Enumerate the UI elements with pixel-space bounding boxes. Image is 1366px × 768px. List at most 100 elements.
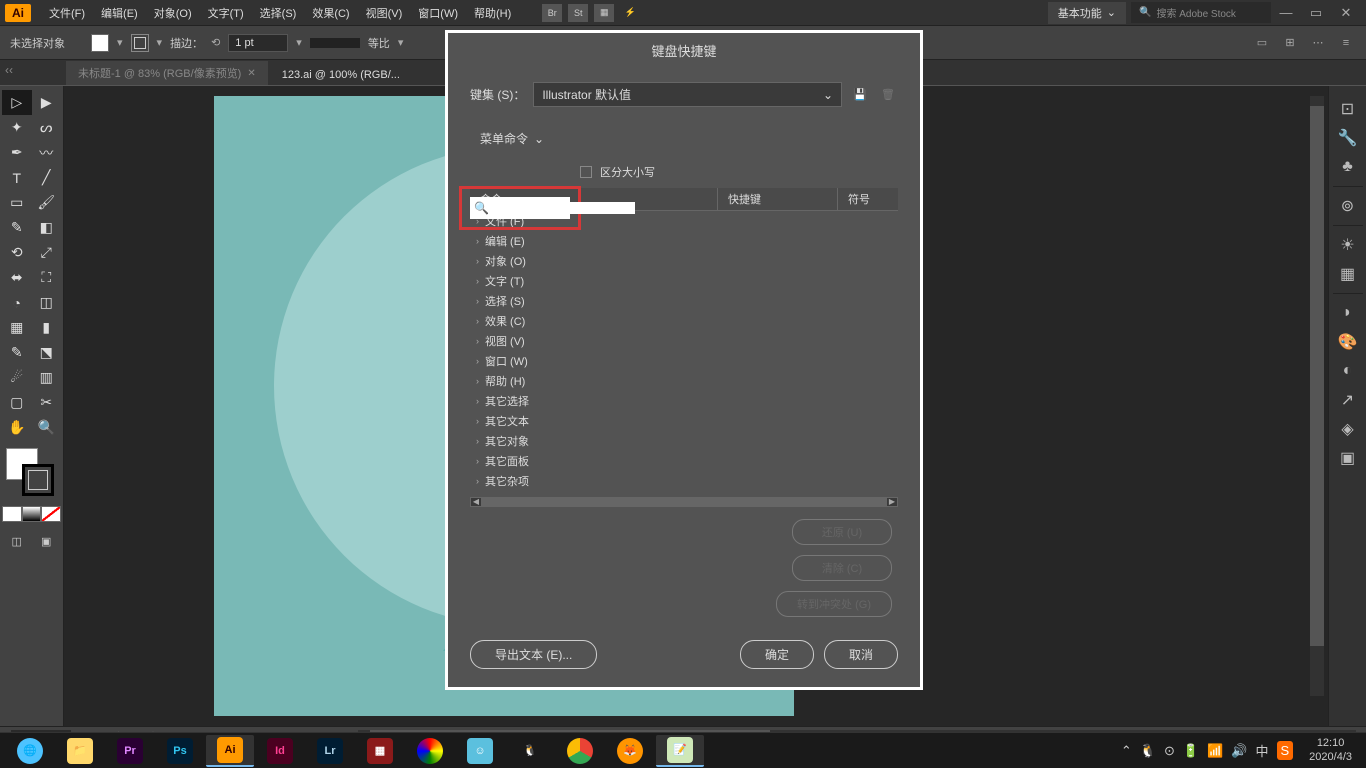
scroll-right-icon[interactable]: ▶ <box>887 497 897 507</box>
menu-view[interactable]: 视图(V) <box>358 2 411 24</box>
type-tool[interactable]: T <box>2 165 32 190</box>
bridge-icon[interactable]: Br <box>542 4 562 22</box>
tray-volume-icon[interactable]: 🔊 <box>1231 743 1247 759</box>
menu-window[interactable]: 窗口(W) <box>410 2 466 24</box>
line-tool[interactable]: ╱ <box>32 165 62 190</box>
category-select[interactable]: 菜单命令 ⌄ <box>470 127 898 150</box>
artboard-tool[interactable]: ▢ <box>2 390 32 415</box>
taskbar-clock[interactable]: 12:10 2020/4/3 <box>1301 737 1360 763</box>
taskbar-indesign-icon[interactable]: Id <box>256 735 304 767</box>
stroke-profile[interactable] <box>310 38 360 48</box>
selection-tool[interactable]: ▷ <box>2 90 32 115</box>
color-mode-solid[interactable] <box>2 506 22 522</box>
lasso-tool[interactable]: ᔕ <box>32 115 62 140</box>
rectangle-tool[interactable]: ▭ <box>2 190 32 215</box>
cancel-button[interactable]: 取消 <box>824 640 898 669</box>
mesh-tool[interactable]: ▦ <box>2 315 32 340</box>
shortcut-search-input[interactable]: 🔍 <box>470 197 570 219</box>
properties-panel-icon[interactable]: ⊡ <box>1334 96 1362 122</box>
stroke-weight-input[interactable] <box>228 34 288 52</box>
list-item[interactable]: ›效果 (C) <box>470 311 898 331</box>
list-item[interactable]: ›其它杂项 <box>470 471 898 491</box>
vertical-scrollbar[interactable] <box>1310 96 1324 696</box>
tray-up-icon[interactable]: ⌃ <box>1121 743 1132 759</box>
taskbar-app-1-icon[interactable]: ▦ <box>356 735 404 767</box>
eyedropper-tool[interactable]: ✎ <box>2 340 32 365</box>
taskbar-premiere-icon[interactable]: Pr <box>106 735 154 767</box>
tray-ime-icon[interactable]: 中 <box>1255 741 1268 760</box>
minimize-button[interactable]: — <box>1271 5 1301 20</box>
gradient-panel-icon[interactable]: 🎨 <box>1334 329 1362 355</box>
taskbar-photoshop-icon[interactable]: Ps <box>156 735 204 767</box>
pen-tool[interactable]: ✒ <box>2 140 32 165</box>
eraser-tool[interactable]: ◧ <box>32 215 62 240</box>
list-item[interactable]: ›其它面板 <box>470 451 898 471</box>
taskbar-app-3-icon[interactable]: ☺ <box>456 735 504 767</box>
list-item[interactable]: ›对象 (O) <box>470 251 898 271</box>
prefs-icon[interactable]: ⋯ <box>1308 33 1328 53</box>
gradient-tool[interactable]: ▮ <box>32 315 62 340</box>
taskbar-qq-icon[interactable]: 🐧 <box>506 735 554 767</box>
keyset-select[interactable]: Illustrator 默认值 ⌄ <box>533 82 842 107</box>
layers-panel-icon[interactable]: ◈ <box>1334 416 1362 442</box>
graph-tool[interactable]: ▥ <box>32 365 62 390</box>
search-field[interactable] <box>489 202 635 214</box>
save-keyset-icon[interactable]: 💾 <box>850 85 870 105</box>
document-tab-2[interactable]: 123.ai @ 100% (RGB/... <box>270 65 412 85</box>
perspective-tool[interactable]: ◫ <box>32 290 62 315</box>
menu-select[interactable]: 选择(S) <box>252 2 305 24</box>
stroke-color-swatch[interactable] <box>22 464 54 496</box>
menu-type[interactable]: 文字(T) <box>200 2 252 24</box>
list-item[interactable]: ›编辑 (E) <box>470 231 898 251</box>
swatches-panel-icon[interactable]: ▦ <box>1334 261 1362 287</box>
tray-network-icon[interactable]: 📶 <box>1207 743 1223 759</box>
symbol-sprayer-tool[interactable]: ☄ <box>2 365 32 390</box>
tab-arrange-icon[interactable]: ‹‹ <box>5 63 17 75</box>
stroke-weight-link-icon[interactable]: ⟲ <box>211 36 220 49</box>
magic-wand-tool[interactable]: ✦ <box>2 115 32 140</box>
transform-icon[interactable]: ▭ <box>1252 33 1272 53</box>
libraries-panel-icon[interactable]: 🔧 <box>1334 125 1362 151</box>
blend-tool[interactable]: ⬔ <box>32 340 62 365</box>
restore-button[interactable]: ▭ <box>1301 5 1331 21</box>
draw-mode-icon[interactable]: ◫ <box>2 530 32 552</box>
width-tool[interactable]: ⬌ <box>2 265 32 290</box>
shape-builder-tool[interactable]: ◔ <box>2 290 32 315</box>
list-item[interactable]: ›其它选择 <box>470 391 898 411</box>
shaper-tool[interactable]: ✎ <box>2 215 32 240</box>
list-item[interactable]: ›窗口 (W) <box>470 351 898 371</box>
menu-help[interactable]: 帮助(H) <box>466 2 519 24</box>
fill-swatch[interactable] <box>91 34 109 52</box>
list-item[interactable]: ›文字 (T) <box>470 271 898 291</box>
gpu-icon[interactable]: ⚡ <box>620 4 640 22</box>
taskbar-browser-icon[interactable]: 🌐 <box>6 735 54 767</box>
zoom-tool[interactable]: 🔍 <box>32 415 62 440</box>
vscroll-thumb[interactable] <box>1310 106 1324 646</box>
slice-tool[interactable]: ✂ <box>32 390 62 415</box>
uniform-dropdown-icon[interactable]: ▾ <box>398 36 404 49</box>
workspace-switcher[interactable]: 基本功能 ⌄ <box>1048 2 1126 24</box>
stroke-panel-icon[interactable]: ◗ <box>1334 300 1362 326</box>
case-sensitive-checkbox[interactable] <box>580 166 592 178</box>
scroll-thumb[interactable] <box>481 498 887 506</box>
color-panel-icon[interactable]: ☀ <box>1334 232 1362 258</box>
brushes-panel-icon[interactable]: ♣ <box>1334 154 1362 180</box>
search-stock-input[interactable]: 🔍 搜索 Adobe Stock <box>1131 2 1271 23</box>
taskbar-explorer-icon[interactable]: 📁 <box>56 735 104 767</box>
stroke-dropdown-icon[interactable]: ▾ <box>157 36 163 49</box>
transparency-panel-icon[interactable]: ◐ <box>1334 358 1362 384</box>
rotate-tool[interactable]: ⟲ <box>2 240 32 265</box>
close-icon[interactable]: ✕ <box>247 68 255 79</box>
screen-mode-icon[interactable]: ▣ <box>32 530 62 552</box>
list-horizontal-scrollbar[interactable]: ◀ ▶ <box>470 497 898 507</box>
taskbar-firefox-icon[interactable]: 🦊 <box>606 735 654 767</box>
menu-file[interactable]: 文件(F) <box>41 2 93 24</box>
cc-libraries-icon[interactable]: ⊚ <box>1334 193 1362 219</box>
taskbar-illustrator-icon[interactable]: Ai <box>206 735 254 767</box>
tray-sogou-icon[interactable]: S <box>1277 741 1294 760</box>
direct-selection-tool[interactable]: ▶ <box>32 90 62 115</box>
list-item[interactable]: ›选择 (S) <box>470 291 898 311</box>
list-item[interactable]: ›其它对象 <box>470 431 898 451</box>
ok-button[interactable]: 确定 <box>740 640 814 669</box>
taskbar-notepad-icon[interactable]: 📝 <box>656 735 704 767</box>
